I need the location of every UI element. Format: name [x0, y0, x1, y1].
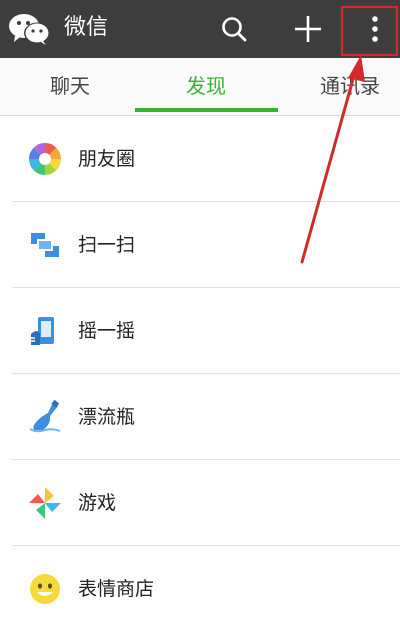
list-item-label: 摇一摇	[78, 320, 136, 342]
tab-bar: 聊天 发现 通讯录	[0, 58, 400, 116]
list-item-label: 朋友圈	[78, 148, 136, 170]
list-item-label: 游戏	[78, 492, 117, 514]
list-item-label: 漂流瓶	[78, 406, 136, 428]
list-item-scan[interactable]: 扫一扫	[0, 202, 400, 288]
search-icon	[222, 17, 247, 42]
tab-discover[interactable]: 发现	[136, 58, 276, 115]
list-item-label: 表情商店	[78, 578, 155, 600]
discover-list: 朋友圈 扫一扫 摇一摇 漂流瓶 游戏 表情商店	[0, 116, 400, 632]
wechat-logo-icon	[9, 14, 50, 45]
list-item-sticker-store[interactable]: 表情商店	[0, 546, 400, 632]
drift-bottle-icon	[29, 400, 61, 433]
app-title: 微信	[64, 15, 109, 40]
more-button[interactable]	[350, 0, 400, 58]
tab-chats[interactable]: 聊天	[0, 58, 140, 115]
sticker-store-icon	[30, 574, 60, 604]
search-button[interactable]	[212, 0, 256, 58]
scan-icon	[31, 233, 59, 257]
list-item-shake[interactable]: 摇一摇	[0, 288, 400, 374]
add-button[interactable]	[286, 0, 330, 58]
tab-contacts[interactable]: 通讯录	[280, 58, 400, 115]
active-tab-indicator	[135, 108, 278, 112]
list-item-drift-bottle[interactable]: 漂流瓶	[0, 374, 400, 460]
list-item-label: 扫一扫	[78, 234, 136, 256]
games-icon	[29, 487, 61, 519]
more-vertical-icon	[372, 16, 378, 42]
list-item-moments[interactable]: 朋友圈	[0, 116, 400, 202]
shake-icon	[31, 317, 54, 345]
list-item-games[interactable]: 游戏	[0, 460, 400, 546]
plus-icon	[295, 16, 321, 42]
moments-icon	[29, 143, 61, 175]
top-bar: 微信	[0, 0, 400, 58]
